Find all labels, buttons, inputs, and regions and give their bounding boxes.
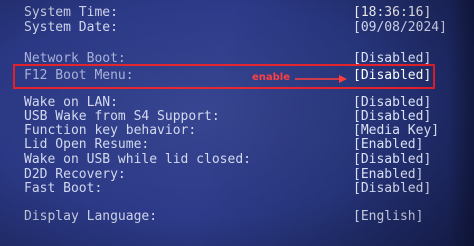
setting-system-date[interactable]: System Date: [09/08/2024]: [24, 20, 447, 35]
setting-value[interactable]: [Media Key]: [353, 123, 439, 138]
annotation-label: enable: [252, 72, 291, 83]
setting-value[interactable]: [Disabled]: [353, 95, 431, 110]
setting-usb-wake-s4[interactable]: USB Wake from S4 Support: [Disabled]: [24, 109, 444, 124]
setting-lid-open-resume[interactable]: Lid Open Resume: [Enabled]: [24, 137, 444, 152]
setting-value[interactable]: [Disabled]: [353, 109, 431, 124]
setting-label: USB Wake from S4 Support:: [24, 109, 220, 124]
setting-value[interactable]: [Disabled]: [353, 181, 431, 196]
setting-label: Function key behavior:: [24, 123, 197, 138]
setting-fast-boot[interactable]: Fast Boot: [Disabled]: [24, 181, 444, 196]
setting-label: Lid Open Resume:: [24, 137, 150, 152]
bios-screen: System Time: [18:36:16] System Date: [09…: [0, 0, 474, 246]
setting-system-time[interactable]: System Time: [18:36:16]: [24, 5, 444, 20]
setting-label: D2D Recovery:: [24, 167, 126, 182]
setting-wake-on-usb-lid-closed[interactable]: Wake on USB while lid closed: [Disabled]: [24, 152, 444, 167]
setting-label: Wake on USB while lid closed:: [24, 152, 251, 167]
setting-function-key-behavior[interactable]: Function key behavior: [Media Key]: [24, 123, 444, 138]
setting-value[interactable]: [09/08/2024]: [353, 20, 447, 35]
setting-wake-on-lan[interactable]: Wake on LAN: [Disabled]: [24, 95, 444, 110]
setting-value[interactable]: [Enabled]: [353, 167, 423, 182]
screen-edge-shadow: [448, 0, 474, 246]
arrow-right-icon: [295, 75, 347, 83]
setting-label: Wake on LAN:: [24, 95, 118, 110]
setting-label: Display Language:: [24, 209, 158, 224]
setting-display-language[interactable]: Display Language: [English]: [24, 209, 444, 224]
setting-value[interactable]: [English]: [353, 209, 423, 224]
setting-d2d-recovery[interactable]: D2D Recovery: [Enabled]: [24, 167, 444, 182]
setting-label: Fast Boot:: [24, 181, 103, 196]
setting-label: System Date:: [24, 20, 118, 35]
setting-label: System Time:: [24, 5, 118, 20]
highlight-box: [13, 64, 435, 89]
setting-value[interactable]: [Enabled]: [353, 137, 423, 152]
setting-value[interactable]: [Disabled]: [353, 152, 431, 167]
setting-value[interactable]: [18:36:16]: [353, 5, 431, 20]
